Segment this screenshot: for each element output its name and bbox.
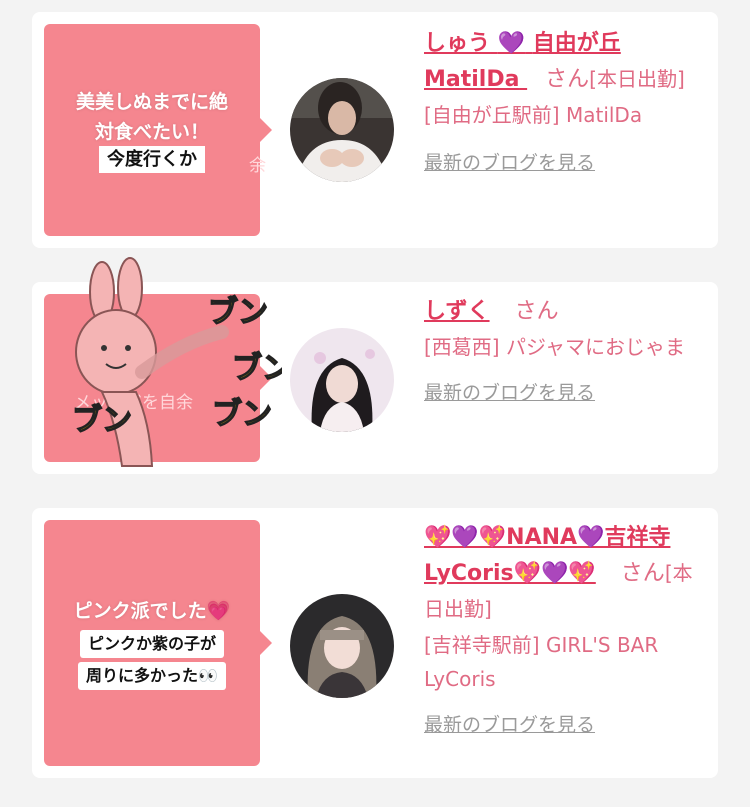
sticker-text: ブン (72, 403, 132, 438)
girl-card-2[interactable]: メッ…ジを自余 ブン ブン ブン ブン しずく (32, 257, 718, 474)
girl-card-3[interactable]: ピンク派でした💗 ピンクか紫の子が 周りに多かった👀 💖💜💖NANA💜吉祥寺Ly… (32, 508, 718, 778)
girl-info: しずく さん [西葛西] パジャマにおじゃま 最新のブログを見る (424, 294, 706, 408)
shop-name: [西葛西] パジャマにおじゃま (424, 335, 685, 359)
avatar[interactable] (290, 594, 394, 698)
avatar[interactable] (290, 328, 394, 432)
sticker-text: ブン (232, 351, 282, 386)
message-bubble: 美美しぬまでに絶 対食べたい！ 今度行くか 余 (44, 24, 266, 236)
message-text: 美美しぬまでに絶 (75, 91, 228, 113)
shop-name: [吉祥寺駅前] GIRL'S BAR LyCoris (424, 633, 659, 691)
sticker-text: ブン (212, 397, 272, 432)
message-highlight: 今度行くか (99, 146, 205, 173)
shop-name: [自由が丘駅前] MatilDa (424, 103, 643, 127)
avatar[interactable] (290, 78, 394, 182)
latest-blog-link[interactable]: 最新のブログを見る (424, 382, 595, 404)
status-badge: [本日出勤] (589, 67, 685, 91)
message-text: 対食べたい！ (94, 121, 209, 143)
faded-text: 余 (249, 156, 266, 176)
girl-card-1[interactable]: 美美しぬまでに絶 対食べたい！ 今度行くか 余 しゅう 💜 自由が丘 Matil… (32, 12, 718, 248)
message-highlight: 周りに多かった👀 (78, 662, 226, 690)
honorific: さん (620, 561, 665, 586)
message-highlight: ピンクか紫の子が (79, 630, 224, 658)
message-text: ピンク派でした💗 (73, 600, 231, 622)
girl-info: 💖💜💖NANA💜吉祥寺LyCoris💖💜💖 さん[本日出勤] [吉祥寺駅前] G… (424, 520, 706, 740)
rabbit-sticker: ブン ブン ブン ブン (32, 252, 293, 472)
honorific: さん (514, 299, 559, 324)
latest-blog-link[interactable]: 最新のブログを見る (424, 152, 595, 174)
girl-info: しゅう 💜 自由が丘 MatilDa さん[本日出勤] [自由が丘駅前] Mat… (424, 26, 706, 178)
latest-blog-link[interactable]: 最新のブログを見る (424, 714, 595, 736)
purple-heart-icon: 💜 (497, 31, 526, 56)
message-bubble: ピンク派でした💗 ピンクか紫の子が 周りに多かった👀 (44, 520, 260, 766)
sticker-text: ブン (208, 295, 268, 330)
honorific: さん (545, 67, 590, 92)
girl-name-link[interactable]: しずく (424, 299, 490, 324)
